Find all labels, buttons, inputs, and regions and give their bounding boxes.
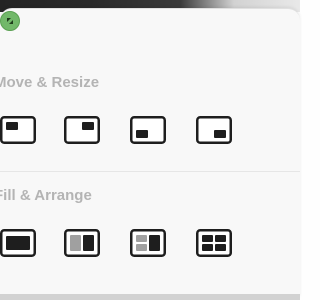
section-divider xyxy=(0,171,300,172)
move-bottom-right-button[interactable] xyxy=(196,116,232,144)
window-top-left-icon xyxy=(0,116,36,144)
arrange-grid-four-button[interactable] xyxy=(196,229,232,257)
window-bottom-right-icon xyxy=(196,116,232,144)
move-bottom-left-button[interactable] xyxy=(130,116,166,144)
split-two-icon xyxy=(64,229,100,257)
arrange-split-two-button[interactable] xyxy=(64,229,100,257)
move-resize-header: Move & Resize xyxy=(0,74,100,91)
fill-full-button[interactable] xyxy=(0,229,36,257)
window-fill-icon xyxy=(0,229,36,257)
arrange-split-three-button[interactable] xyxy=(130,229,166,257)
grid-four-icon xyxy=(196,229,232,257)
move-top-left-button[interactable] xyxy=(0,116,36,144)
split-three-icon xyxy=(130,229,166,257)
fill-arrange-header: Fill & Arrange xyxy=(0,187,92,204)
fullscreen-arrows-icon xyxy=(7,18,13,24)
window-top-right-icon xyxy=(64,116,100,144)
green-window-control-button[interactable] xyxy=(0,11,20,31)
popover-bottom-edge xyxy=(0,294,300,300)
window-bottom-left-icon xyxy=(130,116,166,144)
move-top-right-button[interactable] xyxy=(64,116,100,144)
